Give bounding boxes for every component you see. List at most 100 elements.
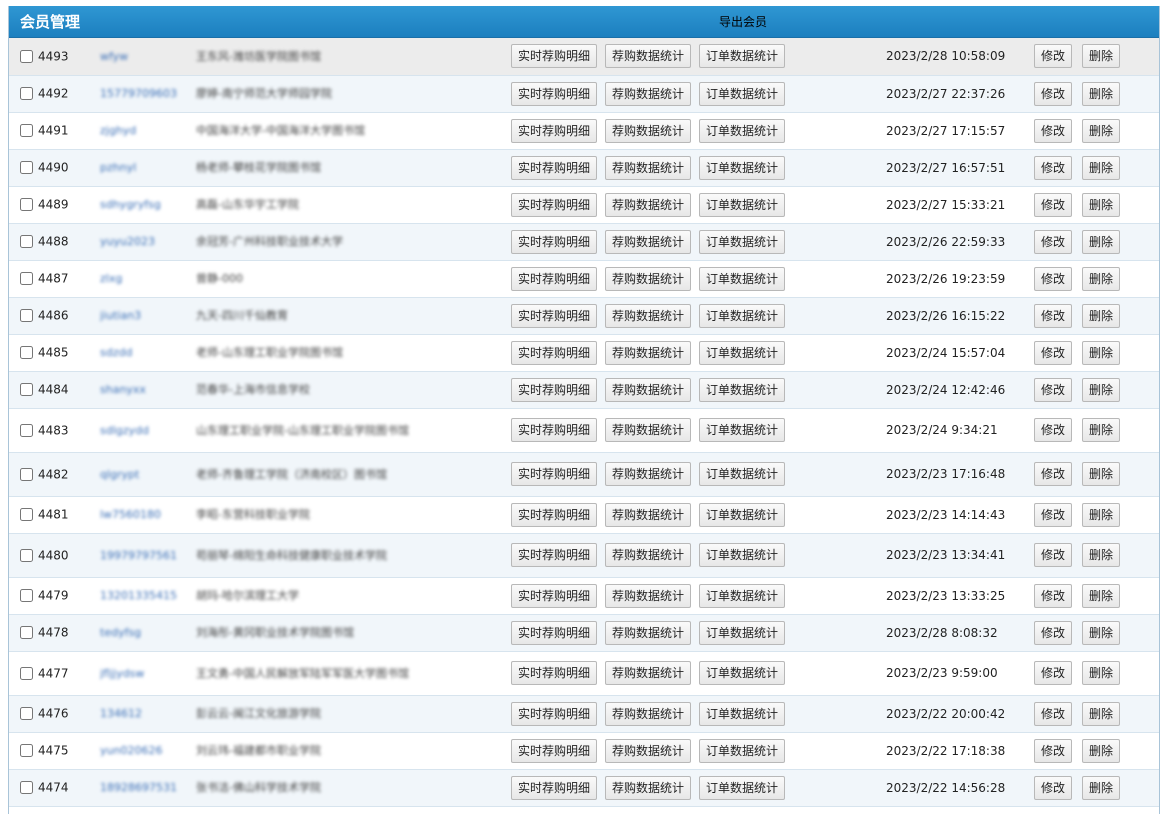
realtime-recommend-detail-button[interactable]: 实时荐购明细 — [511, 118, 598, 143]
order-stats-button[interactable]: 订单数据统计 — [699, 155, 786, 180]
delete-button[interactable]: 删除 — [1082, 155, 1121, 180]
member-username[interactable]: lw7560180 — [100, 496, 196, 534]
row-checkbox[interactable] — [20, 198, 33, 212]
delete-button[interactable]: 删除 — [1082, 303, 1121, 328]
realtime-recommend-detail-button[interactable]: 实时荐购明细 — [511, 192, 598, 217]
member-username[interactable]: 134612 — [100, 695, 196, 733]
order-stats-button[interactable]: 订单数据统计 — [699, 583, 786, 608]
realtime-recommend-detail-button[interactable]: 实时荐购明细 — [511, 502, 598, 527]
edit-button[interactable]: 修改 — [1034, 775, 1073, 800]
order-stats-button[interactable]: 订单数据统计 — [699, 661, 786, 685]
order-stats-button[interactable]: 订单数据统计 — [699, 229, 786, 254]
realtime-recommend-detail-button[interactable]: 实时荐购明细 — [511, 377, 598, 402]
edit-button[interactable]: 修改 — [1034, 340, 1073, 365]
recommend-stats-button[interactable]: 荐购数据统计 — [605, 418, 692, 442]
order-stats-button[interactable]: 订单数据统计 — [699, 775, 786, 800]
delete-button[interactable]: 删除 — [1082, 738, 1121, 763]
member-username[interactable]: 18928697531 — [100, 769, 196, 807]
row-checkbox[interactable] — [20, 383, 33, 397]
edit-button[interactable]: 修改 — [1034, 583, 1073, 608]
edit-button[interactable]: 修改 — [1034, 738, 1073, 763]
delete-button[interactable]: 删除 — [1082, 118, 1121, 143]
delete-button[interactable]: 删除 — [1082, 340, 1121, 365]
edit-button[interactable]: 修改 — [1034, 701, 1073, 726]
recommend-stats-button[interactable]: 荐购数据统计 — [605, 738, 692, 763]
delete-button[interactable]: 删除 — [1082, 775, 1121, 800]
edit-button[interactable]: 修改 — [1034, 81, 1073, 106]
export-members-link[interactable]: 导出会员 — [719, 13, 767, 30]
member-username[interactable]: zlxg — [100, 260, 196, 298]
row-checkbox[interactable] — [20, 744, 33, 758]
row-checkbox[interactable] — [20, 467, 33, 481]
edit-button[interactable]: 修改 — [1034, 462, 1073, 486]
edit-button[interactable]: 修改 — [1034, 229, 1073, 254]
order-stats-button[interactable]: 订单数据统计 — [699, 738, 786, 763]
delete-button[interactable]: 删除 — [1082, 502, 1121, 527]
edit-button[interactable]: 修改 — [1034, 377, 1073, 402]
order-stats-button[interactable]: 订单数据统计 — [699, 701, 786, 726]
recommend-stats-button[interactable]: 荐购数据统计 — [605, 192, 692, 217]
row-checkbox[interactable] — [20, 87, 33, 101]
delete-button[interactable]: 删除 — [1082, 377, 1121, 402]
edit-button[interactable]: 修改 — [1034, 303, 1073, 328]
edit-button[interactable]: 修改 — [1034, 44, 1073, 69]
edit-button[interactable]: 修改 — [1034, 118, 1073, 143]
realtime-recommend-detail-button[interactable]: 实时荐购明细 — [511, 266, 598, 291]
row-checkbox[interactable] — [20, 626, 33, 640]
row-checkbox[interactable] — [20, 124, 33, 138]
recommend-stats-button[interactable]: 荐购数据统计 — [605, 661, 692, 685]
member-username[interactable]: sdlgzydd — [100, 408, 196, 453]
recommend-stats-button[interactable]: 荐购数据统计 — [605, 44, 692, 69]
edit-button[interactable]: 修改 — [1034, 502, 1073, 527]
recommend-stats-button[interactable]: 荐购数据统计 — [605, 543, 692, 567]
realtime-recommend-detail-button[interactable]: 实时荐购明细 — [511, 775, 598, 800]
realtime-recommend-detail-button[interactable]: 实时荐购明细 — [511, 81, 598, 106]
row-checkbox[interactable] — [20, 589, 33, 603]
recommend-stats-button[interactable]: 荐购数据统计 — [605, 155, 692, 180]
recommend-stats-button[interactable]: 荐购数据统计 — [605, 462, 692, 486]
realtime-recommend-detail-button[interactable]: 实时荐购明细 — [511, 583, 598, 608]
order-stats-button[interactable]: 订单数据统计 — [699, 620, 786, 645]
realtime-recommend-detail-button[interactable]: 实时荐购明细 — [511, 661, 598, 685]
realtime-recommend-detail-button[interactable]: 实时荐购明细 — [511, 340, 598, 365]
row-checkbox[interactable] — [20, 423, 33, 437]
recommend-stats-button[interactable]: 荐购数据统计 — [605, 620, 692, 645]
member-username[interactable]: qlgrypt — [100, 452, 196, 497]
recommend-stats-button[interactable]: 荐购数据统计 — [605, 266, 692, 291]
row-checkbox[interactable] — [20, 235, 33, 249]
edit-button[interactable]: 修改 — [1034, 155, 1073, 180]
delete-button[interactable]: 删除 — [1082, 192, 1121, 217]
order-stats-button[interactable]: 订单数据统计 — [699, 543, 786, 567]
delete-button[interactable]: 删除 — [1082, 266, 1121, 291]
realtime-recommend-detail-button[interactable]: 实时荐购明细 — [511, 701, 598, 726]
member-username[interactable]: 15779709603 — [100, 75, 196, 113]
realtime-recommend-detail-button[interactable]: 实时荐购明细 — [511, 229, 598, 254]
edit-button[interactable]: 修改 — [1034, 192, 1073, 217]
row-checkbox[interactable] — [20, 707, 33, 721]
delete-button[interactable]: 删除 — [1082, 44, 1121, 69]
delete-button[interactable]: 删除 — [1082, 81, 1121, 106]
order-stats-button[interactable]: 订单数据统计 — [699, 377, 786, 402]
member-username[interactable]: yuyu2023 — [100, 223, 196, 261]
order-stats-button[interactable]: 订单数据统计 — [699, 303, 786, 328]
order-stats-button[interactable]: 订单数据统计 — [699, 192, 786, 217]
member-username[interactable]: yun020626 — [100, 732, 196, 770]
realtime-recommend-detail-button[interactable]: 实时荐购明细 — [511, 155, 598, 180]
order-stats-button[interactable]: 订单数据统计 — [699, 118, 786, 143]
recommend-stats-button[interactable]: 荐购数据统计 — [605, 303, 692, 328]
delete-button[interactable]: 删除 — [1082, 701, 1121, 726]
recommend-stats-button[interactable]: 荐购数据统计 — [605, 701, 692, 726]
realtime-recommend-detail-button[interactable]: 实时荐购明细 — [511, 738, 598, 763]
order-stats-button[interactable]: 订单数据统计 — [699, 462, 786, 486]
row-checkbox[interactable] — [20, 548, 33, 562]
recommend-stats-button[interactable]: 荐购数据统计 — [605, 340, 692, 365]
member-username[interactable]: tedyfsg — [100, 614, 196, 652]
member-username[interactable]: 19979797561 — [100, 533, 196, 578]
edit-button[interactable]: 修改 — [1034, 620, 1073, 645]
realtime-recommend-detail-button[interactable]: 实时荐购明细 — [511, 44, 598, 69]
order-stats-button[interactable]: 订单数据统计 — [699, 340, 786, 365]
member-username[interactable]: shanyxx — [100, 371, 196, 409]
recommend-stats-button[interactable]: 荐购数据统计 — [605, 583, 692, 608]
realtime-recommend-detail-button[interactable]: 实时荐购明细 — [511, 418, 598, 442]
delete-button[interactable]: 删除 — [1082, 543, 1121, 567]
